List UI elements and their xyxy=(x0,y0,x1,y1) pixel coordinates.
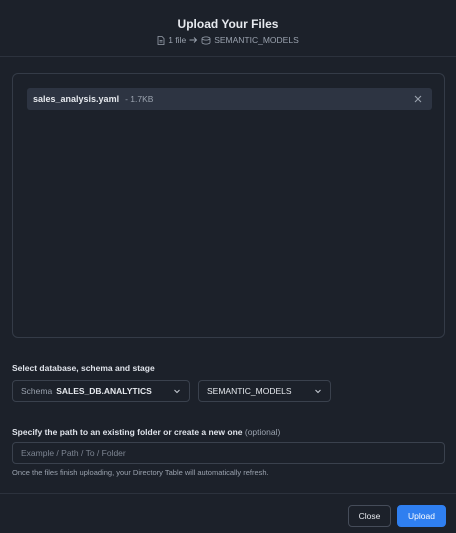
schema-prefix: Schema xyxy=(21,386,53,396)
close-button[interactable]: Close xyxy=(348,505,391,527)
destination-stage: SEMANTIC_MODELS xyxy=(214,35,299,45)
optional-tag: (optional) xyxy=(244,427,281,437)
stage-value: SEMANTIC_MODELS xyxy=(207,386,292,396)
folder-path-input[interactable] xyxy=(12,442,445,464)
upload-dialog: Upload Your Files 1 file SEMANTIC_MODELS… xyxy=(0,0,456,533)
chevron-down-icon xyxy=(314,387,322,397)
dialog-title: Upload Your Files xyxy=(177,17,279,31)
file-size: - 1.7KB xyxy=(125,94,154,104)
path-label-text: Specify the path to an existing folder o… xyxy=(12,427,243,437)
schema-value: SALES_DB.ANALYTICS xyxy=(56,386,152,396)
file-name: sales_analysis.yaml xyxy=(33,94,120,104)
arrow-right-icon xyxy=(189,36,198,44)
file-icon xyxy=(157,35,165,45)
dialog-header: Upload Your Files 1 file SEMANTIC_MODELS xyxy=(0,0,456,57)
dialog-subtitle: 1 file SEMANTIC_MODELS xyxy=(0,35,456,45)
stage-icon xyxy=(201,35,211,45)
upload-button[interactable]: Upload xyxy=(397,505,446,527)
schema-select[interactable]: Schema SALES_DB.ANALYTICS xyxy=(12,380,190,402)
file-count: 1 file xyxy=(168,35,187,45)
chevron-down-icon xyxy=(173,387,181,397)
close-icon[interactable] xyxy=(411,92,425,106)
refresh-hint: Once the files finish uploading, your Di… xyxy=(12,468,269,477)
path-label: Specify the path to an existing folder o… xyxy=(12,427,280,437)
location-label: Select database, schema and stage xyxy=(12,363,155,373)
footer-divider xyxy=(0,493,456,494)
stage-select[interactable]: SEMANTIC_MODELS xyxy=(198,380,331,402)
file-dropzone[interactable]: sales_analysis.yaml - 1.7KB xyxy=(12,73,445,338)
file-list-item: sales_analysis.yaml - 1.7KB xyxy=(27,88,432,110)
